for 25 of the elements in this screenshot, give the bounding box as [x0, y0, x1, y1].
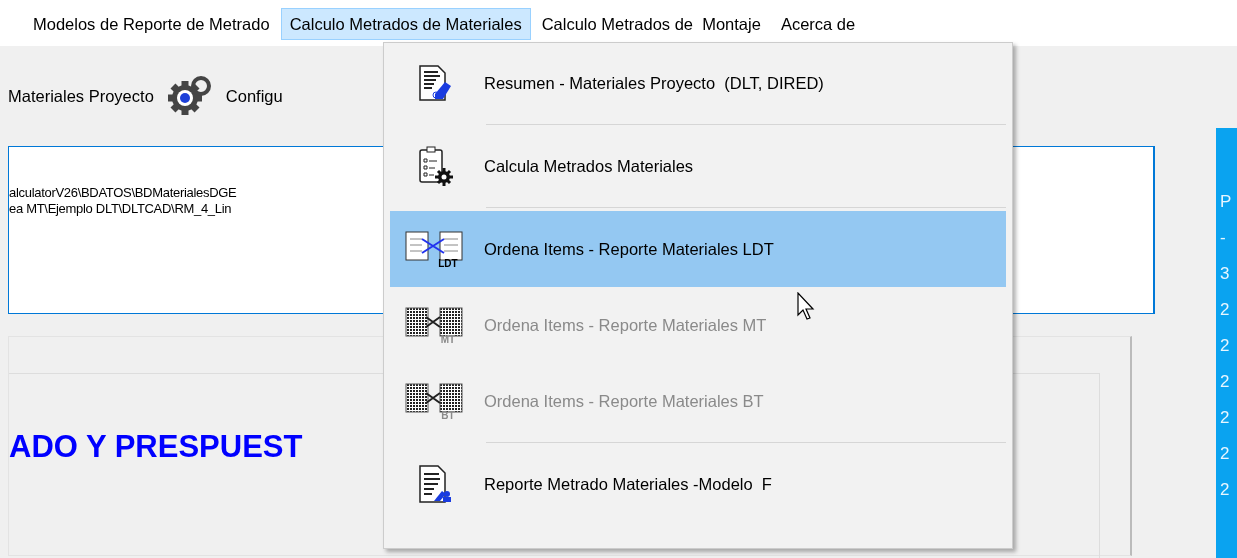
menu-item[interactable]: Resumen - Materiales Proyecto (DLT, DIRED) [390, 45, 1006, 121]
menu-item[interactable]: LDT Ordena Items - Reporte Materiales LDT [390, 211, 1006, 287]
document-icon [417, 64, 453, 102]
column-value: 2 [1219, 407, 1231, 429]
column-value: P [1219, 191, 1233, 213]
menu-item[interactable]: Calcula Metrados Materiales [390, 128, 1006, 204]
menu-item[interactable]: Reporte Metrado Materiales -Modelo F [390, 446, 1006, 522]
column-value: 2 [1219, 443, 1231, 465]
column-value: 2 [1219, 335, 1231, 357]
mouse-pointer-icon [797, 292, 817, 320]
column-value: 2 [1219, 479, 1231, 501]
column-value: - [1219, 227, 1227, 249]
heading: ADO Y PRESPUEST [9, 429, 303, 464]
column-value: 2 [1219, 371, 1231, 393]
menu-item[interactable]: Calculo Metrados de Montaje [532, 8, 770, 40]
menu-item[interactable]: Calculo Metrados de Materiales [280, 8, 531, 40]
column-value: 2 [1219, 299, 1231, 321]
menu-item[interactable]: Modelos de Reporte de Metrado [24, 8, 279, 40]
column-value: 3 [1219, 263, 1231, 285]
gear-icon [167, 76, 212, 116]
settings-button[interactable]: Configu [225, 83, 283, 109]
menu-item[interactable]: Acerca de [771, 8, 865, 40]
clipboard-gear-icon [417, 145, 453, 187]
toolbar-button[interactable]: Materiales Proyecto [8, 83, 154, 109]
document-icon [417, 464, 453, 504]
